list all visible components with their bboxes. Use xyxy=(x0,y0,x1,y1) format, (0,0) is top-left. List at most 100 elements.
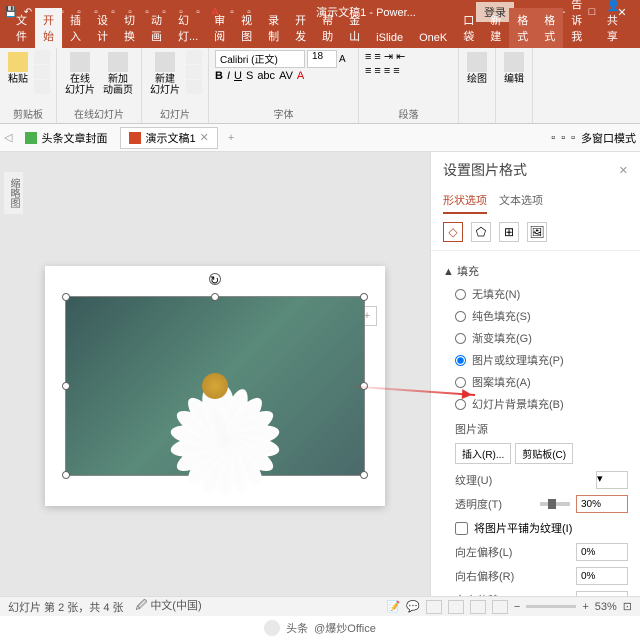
transparency-slider[interactable] xyxy=(540,502,570,506)
tab-jinshan[interactable]: 金山 xyxy=(341,8,368,48)
resize-handle[interactable] xyxy=(360,382,368,390)
tab-home[interactable]: 开始 xyxy=(35,8,62,48)
new-tab-icon[interactable]: + xyxy=(222,132,240,144)
offset-left-spinner[interactable]: 0% xyxy=(576,543,628,561)
tab-review[interactable]: 审阅 xyxy=(206,8,233,48)
reset-icon[interactable] xyxy=(186,65,202,79)
align-center-icon[interactable]: ≡ xyxy=(374,65,380,77)
opt-picture-fill[interactable]: 图片或纹理填充(P) xyxy=(443,349,628,371)
selected-picture[interactable]: ↻ xyxy=(65,296,365,476)
notes-icon[interactable]: 📝 xyxy=(386,600,400,613)
clipboard-button[interactable]: 剪贴板(C) xyxy=(515,443,573,464)
drawing-button[interactable]: 绘图 xyxy=(465,50,489,87)
italic-icon[interactable]: I xyxy=(227,70,230,82)
font-color-icon[interactable]: A xyxy=(297,70,304,82)
reading-view-icon[interactable] xyxy=(470,600,486,614)
pane-tab-shape[interactable]: 形状选项 xyxy=(443,188,487,214)
fill-line-tab-icon[interactable]: ◇ xyxy=(443,222,463,242)
tab-transition[interactable]: 切换 xyxy=(116,8,143,48)
opt-no-fill[interactable]: 无填充(N) xyxy=(443,283,628,305)
bullets-icon[interactable]: ≡ xyxy=(365,51,371,63)
slide-editor[interactable]: 缩略图 + ↻ xyxy=(0,152,430,620)
share-button[interactable]: 👤 共享 xyxy=(599,0,632,48)
opt-slidebg-fill[interactable]: 幻灯片背景填充(B) xyxy=(443,393,628,415)
outdent-icon[interactable]: ⇤ xyxy=(396,50,405,63)
zoom-out-icon[interactable]: − xyxy=(514,601,520,613)
format-painter-icon[interactable] xyxy=(34,80,50,94)
opt-solid-fill[interactable]: 纯色填充(S) xyxy=(443,305,628,327)
tile-checkbox[interactable]: 将图片平铺为纹理(I) xyxy=(455,516,628,540)
resize-handle[interactable] xyxy=(211,293,219,301)
tab-tool-icon[interactable]: ▫ xyxy=(561,132,565,144)
rotate-handle[interactable]: ↻ xyxy=(209,273,221,285)
resize-handle[interactable] xyxy=(360,471,368,479)
tab-onek[interactable]: OneK xyxy=(411,28,455,48)
layout-icon[interactable] xyxy=(186,50,202,64)
font-name-select[interactable]: Calibri (正文) xyxy=(215,50,305,68)
tab-record[interactable]: 录制 xyxy=(260,8,287,48)
tab-insert[interactable]: 插入 xyxy=(62,8,89,48)
resize-handle[interactable] xyxy=(360,293,368,301)
align-left-icon[interactable]: ≡ xyxy=(365,65,371,77)
tell-me[interactable]: ♀ 告诉我 xyxy=(563,0,599,48)
tab-design[interactable]: 设计 xyxy=(89,8,116,48)
offset-right-spinner[interactable]: 0% xyxy=(576,567,628,585)
spacing-icon[interactable]: AV xyxy=(279,70,293,82)
outline-toggle[interactable]: 缩略图 xyxy=(4,172,23,214)
pane-tab-text[interactable]: 文本选项 xyxy=(499,188,543,214)
section-icon[interactable] xyxy=(186,80,202,94)
underline-icon[interactable]: U xyxy=(234,70,242,82)
tab-xinjian[interactable]: 新建 xyxy=(482,8,509,48)
new-slide-button[interactable]: 新建 幻灯片 xyxy=(148,50,182,98)
increase-font-icon[interactable]: A xyxy=(339,54,346,65)
size-tab-icon[interactable]: ⊞ xyxy=(499,222,519,242)
transparency-spinner[interactable]: 30% xyxy=(576,495,628,513)
picture-tab-icon[interactable]: 🖼 xyxy=(527,222,547,242)
zoom-in-icon[interactable]: + xyxy=(582,601,588,613)
tab-format1[interactable]: 格式 xyxy=(509,8,536,48)
nav-back-icon[interactable]: ◁ xyxy=(4,131,12,144)
tab-develop[interactable]: 开发 xyxy=(287,8,314,48)
sorter-view-icon[interactable] xyxy=(448,600,464,614)
tab-tool-icon[interactable]: ▫ xyxy=(551,132,555,144)
tab-format2[interactable]: 格式 xyxy=(536,8,563,48)
slide-canvas[interactable]: + ↻ xyxy=(45,266,385,506)
align-right-icon[interactable]: ≡ xyxy=(384,65,390,77)
justify-icon[interactable]: ≡ xyxy=(393,65,399,77)
multiwin-label[interactable]: 多窗口模式 xyxy=(581,130,636,146)
tab-islide[interactable]: iSlide xyxy=(368,28,411,48)
zoom-value[interactable]: 53% xyxy=(595,601,617,613)
new-anim-button[interactable]: 新加 动画页 xyxy=(101,50,135,98)
tab-slideshow[interactable]: 幻灯... xyxy=(170,8,206,48)
tab-animation[interactable]: 动画 xyxy=(143,8,170,48)
resize-handle[interactable] xyxy=(62,382,70,390)
tab-help[interactable]: 帮助 xyxy=(314,8,341,48)
comments-icon[interactable]: 💬 xyxy=(406,600,420,613)
normal-view-icon[interactable] xyxy=(426,600,442,614)
zoom-slider[interactable] xyxy=(526,605,576,608)
bold-icon[interactable]: B xyxy=(215,70,223,82)
slideshow-view-icon[interactable] xyxy=(492,600,508,614)
opt-gradient-fill[interactable]: 渐变填充(G) xyxy=(443,327,628,349)
tab-view[interactable]: 视图 xyxy=(233,8,260,48)
resize-handle[interactable] xyxy=(62,471,70,479)
strike-icon[interactable]: abc xyxy=(257,70,275,82)
insert-button[interactable]: 插入(R)... xyxy=(455,443,511,464)
shadow-icon[interactable]: S xyxy=(246,70,253,82)
tab-close-icon[interactable]: ✕ xyxy=(200,131,209,144)
doc-tab-1[interactable]: 头条文章封面 xyxy=(16,127,116,149)
doc-tab-2[interactable]: 演示文稿1 ✕ xyxy=(120,127,217,149)
editing-button[interactable]: 编辑 xyxy=(502,50,526,87)
fill-header[interactable]: ▲ 填充 xyxy=(443,259,628,283)
texture-dropdown[interactable]: ▾ xyxy=(596,471,628,489)
pane-close-icon[interactable]: ✕ xyxy=(619,164,628,177)
resize-handle[interactable] xyxy=(62,293,70,301)
tab-file[interactable]: 文件 xyxy=(8,8,35,48)
lang-indicator[interactable]: 🖉 中文(中国) xyxy=(136,597,202,616)
effects-tab-icon[interactable]: ⬠ xyxy=(471,222,491,242)
fit-window-icon[interactable]: ⊡ xyxy=(623,600,632,613)
paste-button[interactable]: 粘贴 xyxy=(6,50,30,87)
indent-icon[interactable]: ⇥ xyxy=(384,50,393,63)
online-slide-button[interactable]: 在线 幻灯片 xyxy=(63,50,97,98)
cut-icon[interactable] xyxy=(34,50,50,64)
